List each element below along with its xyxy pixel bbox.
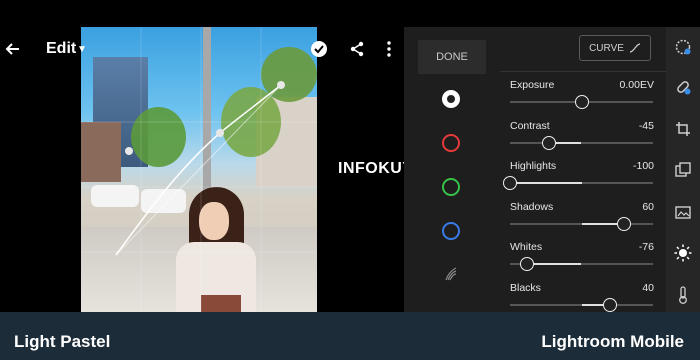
contrast-slider-thumb[interactable]: [541, 135, 556, 150]
auto-icon[interactable]: [673, 202, 693, 222]
exposure-value[interactable]: 0.00EV: [620, 79, 654, 91]
curve-point[interactable]: [125, 147, 133, 155]
blacks-value[interactable]: 40: [642, 282, 654, 294]
color-icon[interactable]: [673, 285, 693, 305]
preset-name-caption: Light Pastel: [14, 332, 111, 351]
light-icon[interactable]: [673, 243, 693, 263]
crop-icon[interactable]: [673, 119, 693, 139]
exposure-slider-thumb[interactable]: [574, 95, 589, 109]
photo-canvas[interactable]: [81, 27, 317, 312]
blacks-label: Blacks: [510, 281, 541, 294]
chevron-down-icon[interactable]: ▼: [77, 44, 87, 55]
shadows-slider-thumb[interactable]: [617, 216, 632, 231]
presets-icon[interactable]: [673, 37, 693, 57]
curve-channel-panel: DONE: [404, 27, 500, 312]
edit-mode-title[interactable]: Edit: [46, 40, 76, 58]
curve-icon: [629, 43, 641, 53]
shadows-label: Shadows: [510, 200, 554, 213]
exposure-label: Exposure: [510, 79, 555, 91]
channel-red-button[interactable]: [442, 134, 460, 152]
whites-label: Whites: [510, 241, 543, 253]
highlights-slider-fill: [510, 182, 582, 184]
share-icon[interactable]: [346, 38, 368, 60]
profiles-icon[interactable]: [673, 160, 693, 180]
done-button[interactable]: DONE: [418, 40, 486, 74]
shadows-value[interactable]: 60: [642, 201, 654, 213]
contrast-value[interactable]: -45: [639, 120, 654, 132]
whites-slider-fill: [527, 263, 582, 265]
highlights-label: Highlights: [510, 160, 557, 172]
whites-value[interactable]: -76: [639, 241, 654, 253]
more-vertical-icon[interactable]: [378, 38, 400, 60]
checkmark-icon[interactable]: [308, 38, 330, 60]
highlights-value[interactable]: -100: [633, 160, 654, 172]
blacks-slider[interactable]: [510, 297, 653, 312]
exposure-slider[interactable]: [510, 95, 653, 109]
whites-slider[interactable]: [510, 257, 653, 271]
channel-blue-button[interactable]: [442, 222, 460, 240]
curve-point[interactable]: [277, 81, 285, 89]
targeted-adjust-icon[interactable]: [442, 266, 460, 284]
tone-curve-overlay[interactable]: [81, 27, 317, 312]
highlights-slider[interactable]: [503, 176, 653, 190]
light-panel: CURVE Exposure 0.00EV Contrast -45 Highlight…: [500, 27, 666, 312]
back-arrow-icon[interactable]: [2, 38, 24, 60]
heal-icon[interactable]: [673, 77, 693, 97]
contrast-slider[interactable]: [510, 135, 653, 150]
whites-slider-thumb[interactable]: [520, 257, 535, 271]
highlights-slider-thumb[interactable]: [503, 176, 517, 190]
app-frame: Edit ▼ INFOKUY.NET DONE CURVE Exposure 0.…: [0, 0, 700, 312]
caption-bar: Light Pastel Lightroom Mobile: [0, 312, 700, 360]
edit-toolbar: [666, 27, 700, 312]
curve-point[interactable]: [216, 129, 224, 137]
app-name-caption: Lightroom Mobile: [541, 332, 684, 351]
curve-button[interactable]: CURVE: [579, 35, 651, 61]
divider: [500, 71, 666, 72]
blacks-slider-thumb[interactable]: [603, 297, 618, 312]
curve-button-label: CURVE: [589, 42, 624, 54]
channel-green-button[interactable]: [442, 178, 460, 196]
shadows-slider[interactable]: [510, 216, 653, 231]
channel-rgb-button[interactable]: [442, 90, 460, 108]
contrast-label: Contrast: [510, 119, 550, 132]
